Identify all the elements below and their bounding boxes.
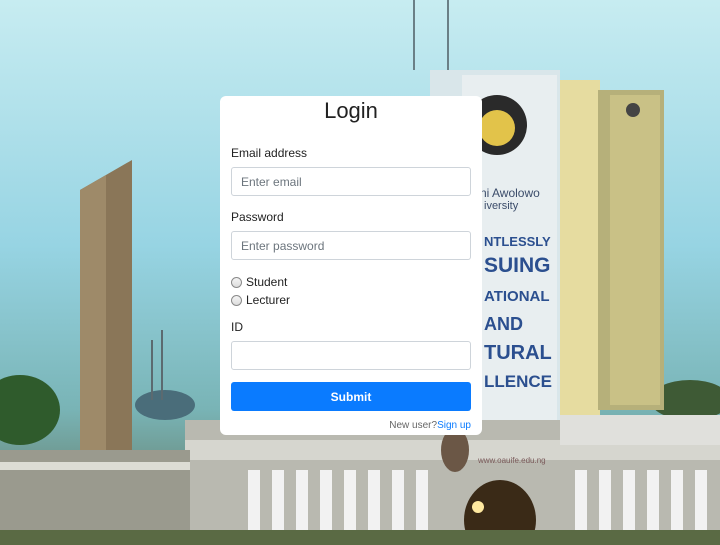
- signage-line-4: SUING: [484, 254, 551, 277]
- signage-line-8: LLENCE: [484, 372, 552, 391]
- signage-line-1: ni Awolowo: [480, 186, 540, 200]
- login-title: Login: [324, 98, 378, 123]
- signage-line-5: ATIONAL: [484, 288, 550, 305]
- signage-line-2: iversity: [484, 200, 519, 212]
- id-input[interactable]: [231, 341, 471, 370]
- role-option-lecturer[interactable]: Lecturer: [231, 293, 290, 307]
- signage-line-7: TURAL: [484, 342, 552, 364]
- new-user-text: New user?: [389, 420, 438, 431]
- signage-website: www.oauife.edu.ng: [478, 456, 546, 465]
- id-label: ID: [231, 320, 243, 334]
- email-input[interactable]: [231, 167, 471, 196]
- password-input[interactable]: [231, 231, 471, 260]
- email-label: Email address: [231, 146, 308, 160]
- lecturer-radio[interactable]: [231, 294, 242, 306]
- student-radio[interactable]: [231, 276, 242, 288]
- role-option-student[interactable]: Student: [231, 275, 287, 289]
- signage-line-3: NTLESSLY: [484, 234, 551, 249]
- signage-line-6: AND: [484, 314, 523, 334]
- signup-link[interactable]: Sign up: [437, 420, 471, 431]
- login-card: Login Email address Password Student Lec…: [220, 96, 482, 435]
- lecturer-radio-label: Lecturer: [246, 293, 291, 307]
- student-radio-label: Student: [246, 275, 288, 289]
- password-label: Password: [231, 210, 284, 224]
- submit-button[interactable]: Submit: [231, 382, 471, 411]
- signup-prompt: New user?Sign up: [389, 420, 471, 431]
